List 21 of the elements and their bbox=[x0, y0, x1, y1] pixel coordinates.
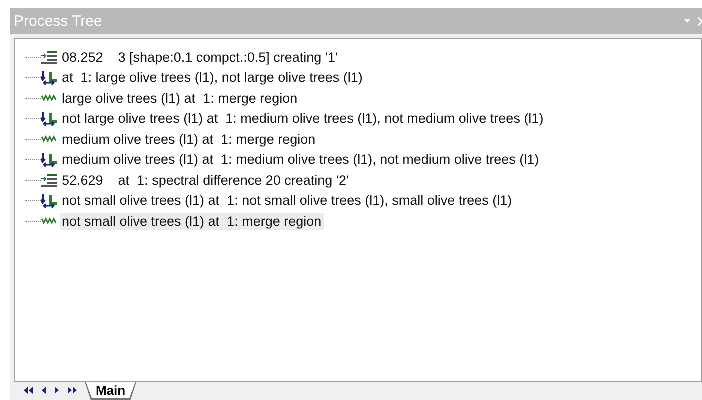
arrows-icon bbox=[41, 152, 57, 167]
tree-item[interactable]: at 1: large olive trees (l1), not large olive trees (l1) bbox=[60, 69, 365, 86]
tree-item[interactable]: 08.252 3 [shape:0.1 compct.:0.5] creating '1' bbox=[60, 48, 340, 66]
arrows-icon bbox=[41, 70, 57, 85]
tree-item[interactable]: large olive trees (l1) at 1: merge region bbox=[60, 90, 300, 107]
first-icon[interactable] bbox=[24, 386, 33, 394]
list-icon bbox=[41, 173, 57, 188]
list-icon bbox=[41, 50, 57, 64]
tree-item[interactable]: not small olive trees (l1) at 1: merge region bbox=[60, 212, 324, 230]
last-icon[interactable] bbox=[68, 386, 77, 394]
tree-item[interactable]: medium olive trees (l1) at 1: medium olive trees (l1), not medium olive trees (l1) bbox=[60, 151, 542, 168]
tree-item[interactable]: 52.629 at 1: spectral difference 20 creating '2' bbox=[60, 172, 352, 189]
panel-title: Process Tree bbox=[14, 12, 104, 30]
previous-icon[interactable] bbox=[42, 386, 46, 394]
tree-item[interactable]: not large olive trees (l1) at 1: medium olive trees (l1), not medium olive trees (l1) bbox=[60, 110, 546, 128]
arrows-icon bbox=[41, 112, 57, 126]
next-icon[interactable] bbox=[55, 386, 59, 394]
tree-item[interactable]: medium olive trees (l1) at 1: merge region bbox=[60, 130, 318, 148]
tree-item[interactable]: not small olive trees (l1) at 1: not small olive trees (l1), small olive trees (l1) bbox=[60, 192, 514, 210]
sheet-tab[interactable]: Main bbox=[86, 382, 136, 398]
arrows-icon bbox=[41, 194, 57, 208]
